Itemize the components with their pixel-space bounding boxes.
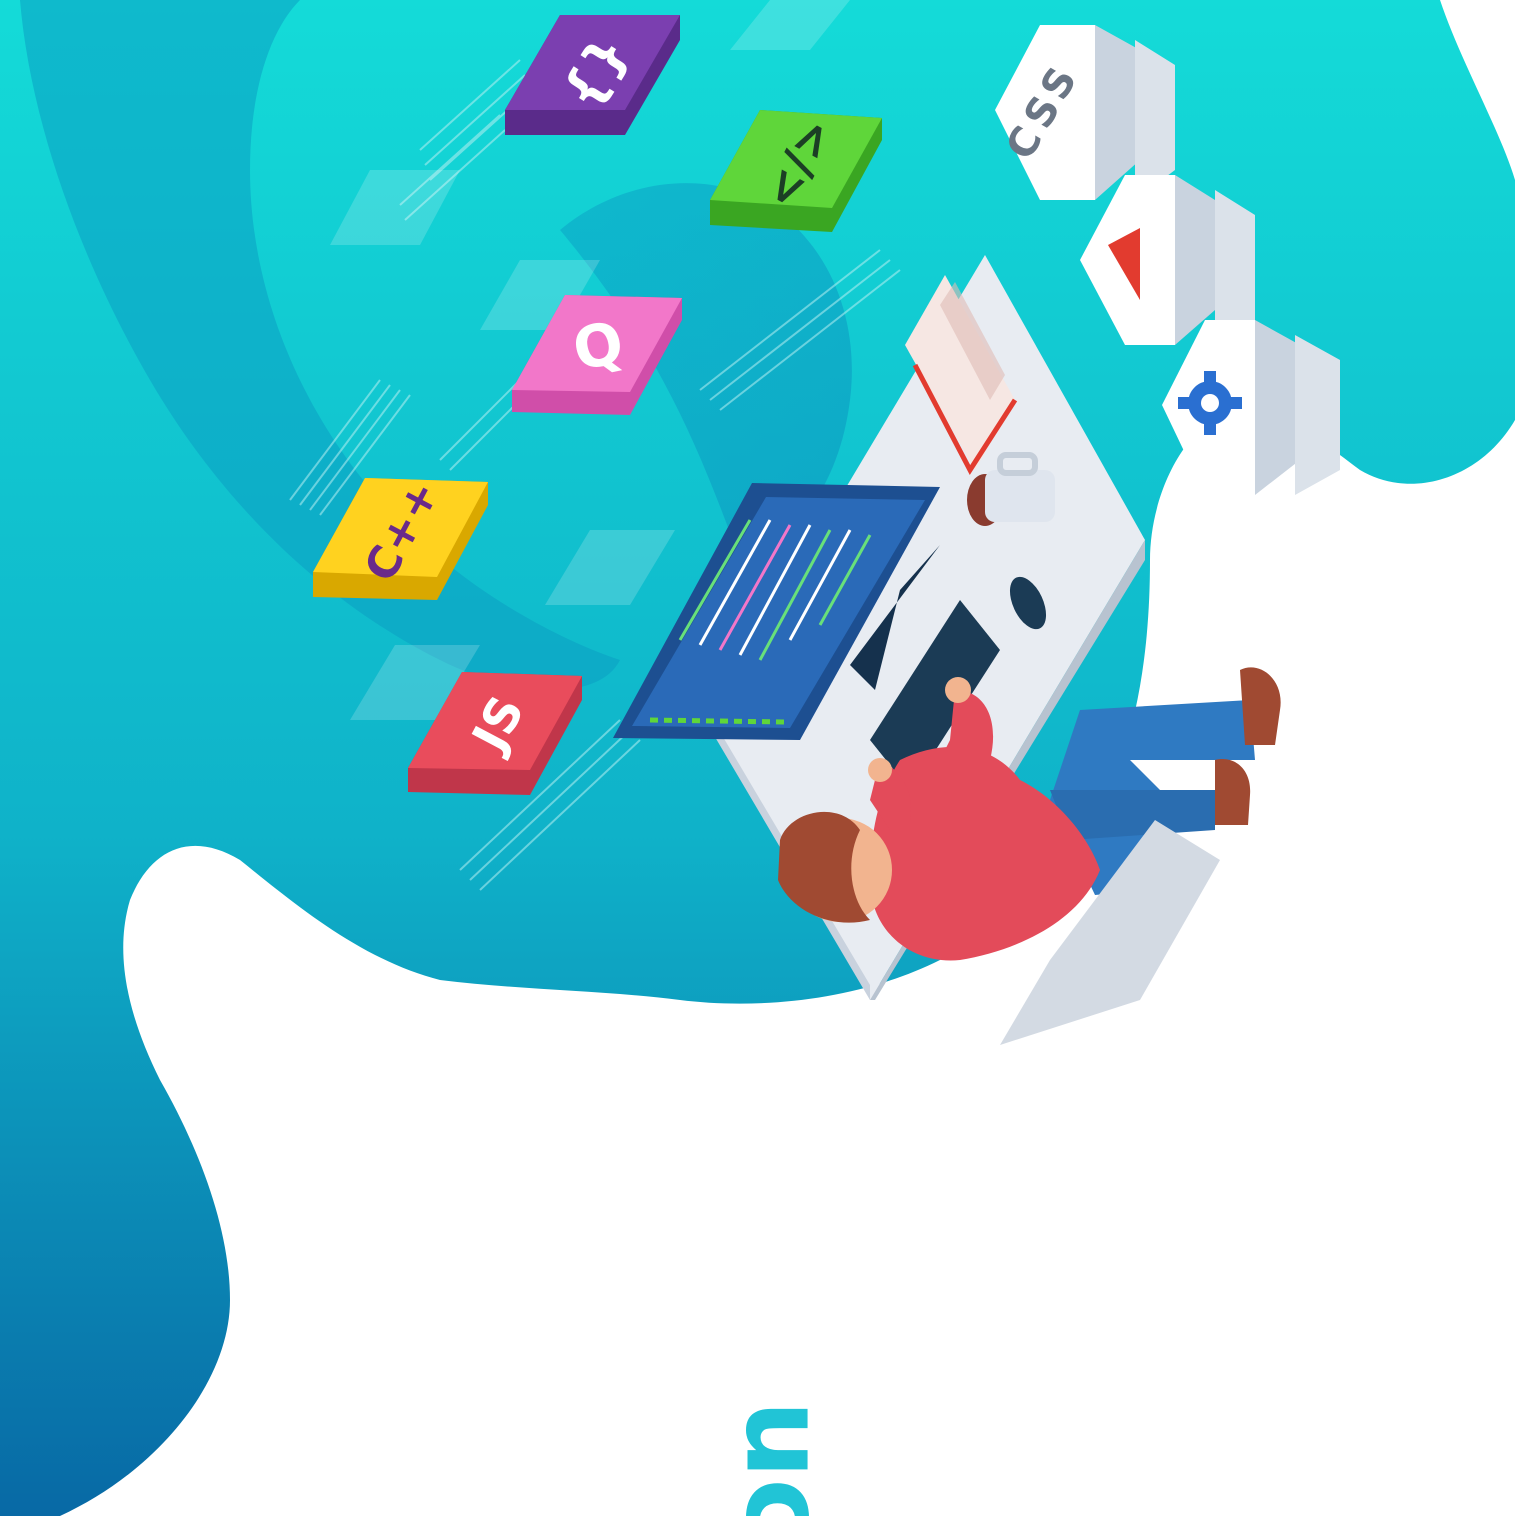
shoe	[1240, 667, 1281, 745]
bottom-brand-text: uc	[722, 1400, 850, 1516]
developer-illustration: {} </> Q C++ JS CSS uc	[0, 0, 1515, 1516]
shoe	[1215, 759, 1251, 825]
